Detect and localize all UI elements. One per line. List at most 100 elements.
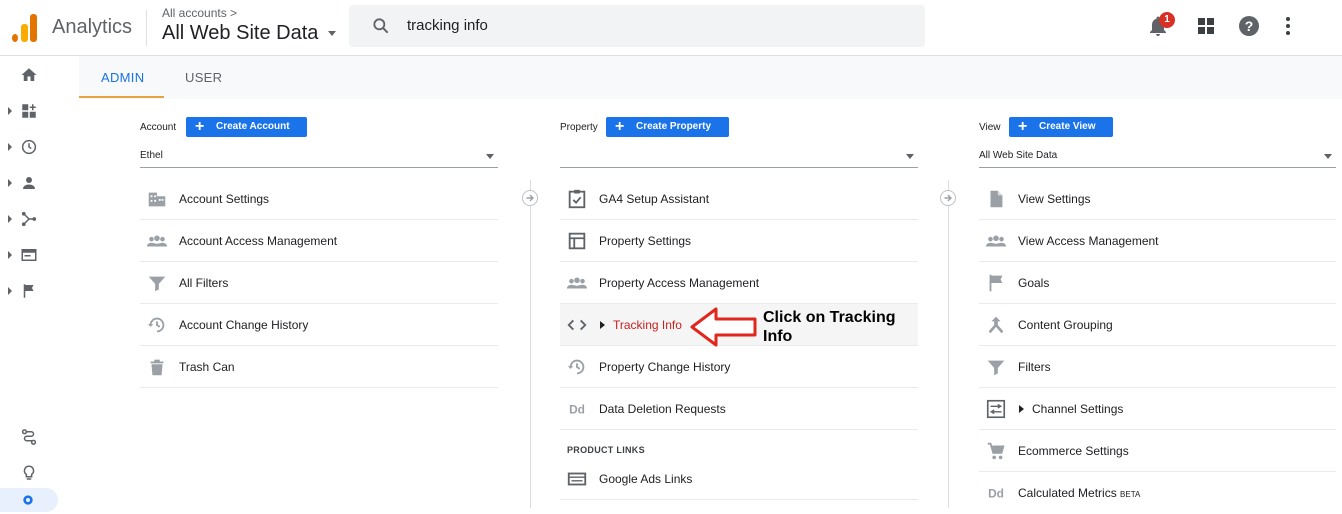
tab-user[interactable]: USER: [185, 70, 222, 85]
svg-text:Dd: Dd: [569, 403, 585, 417]
admin-gear-icon: [23, 495, 33, 505]
expand-caret-icon: [8, 251, 12, 259]
callout-line-2: Info: [763, 328, 793, 345]
data-deletion-label: Data Deletion Requests: [599, 402, 726, 416]
ecommerce-settings-item[interactable]: Ecommerce Settings: [979, 430, 1336, 472]
account-select[interactable]: Ethel: [140, 146, 498, 168]
create-view-label: Create View: [1039, 121, 1096, 132]
left-nav: [0, 56, 58, 512]
history-icon: [147, 317, 165, 333]
ads-links-icon: [567, 472, 587, 486]
all-filters-label: All Filters: [179, 276, 229, 290]
nav-behavior[interactable]: [0, 240, 58, 270]
account-column-label: Account: [140, 122, 177, 133]
content-grouping-label: Content Grouping: [1018, 318, 1113, 332]
discover-lightbulb-icon: [23, 465, 35, 480]
document-icon: [990, 190, 1003, 208]
merge-icon: [988, 316, 1004, 334]
nav-customization[interactable]: [0, 96, 58, 126]
tab-admin[interactable]: ADMIN: [101, 70, 144, 85]
svg-text:?: ?: [1245, 18, 1254, 34]
acquisition-icon: [21, 211, 37, 227]
view-column-label: View: [979, 122, 1001, 133]
shopping-cart-icon: [987, 442, 1005, 460]
view-settings-item[interactable]: View Settings: [979, 178, 1336, 220]
view-access-item[interactable]: View Access Management: [979, 220, 1336, 262]
app-name: Analytics: [52, 16, 133, 38]
create-view-button[interactable]: + Create View: [1009, 117, 1113, 137]
content-grouping-item[interactable]: Content Grouping: [979, 304, 1336, 346]
nav-realtime[interactable]: [0, 132, 58, 162]
plus-icon: +: [615, 118, 625, 135]
filters-label: Filters: [1018, 360, 1051, 374]
dropdown-arrow-icon: [906, 154, 914, 159]
ecommerce-settings-label: Ecommerce Settings: [1018, 444, 1129, 458]
notification-count-badge: 1: [1159, 12, 1175, 28]
create-account-label: Create Account: [216, 121, 290, 132]
trash-can-label: Trash Can: [179, 360, 235, 374]
create-property-button[interactable]: + Create Property: [606, 117, 729, 137]
help-icon[interactable]: ?: [1237, 14, 1261, 38]
code-brackets-icon: [567, 319, 587, 331]
calculated-metrics-text: Calculated Metrics: [1018, 486, 1117, 500]
search-icon: [373, 18, 389, 34]
nav-discover[interactable]: [0, 458, 58, 488]
property-settings-label: Property Settings: [599, 234, 692, 248]
filter-funnel-icon: [148, 276, 166, 292]
view-selector[interactable]: All Web Site Data: [162, 22, 336, 45]
trash-icon: [150, 359, 164, 376]
breadcrumb-all-accounts[interactable]: All accounts >: [162, 6, 237, 20]
people-group-icon: [985, 235, 1007, 247]
caret-down-icon: [327, 31, 336, 37]
nav-audience[interactable]: [0, 168, 58, 198]
audience-icon: [23, 177, 35, 189]
behavior-icon: [21, 249, 37, 261]
property-select[interactable]: [560, 146, 918, 168]
ga4-setup-label: GA4 Setup Assistant: [599, 192, 710, 206]
conversions-flag-icon: [23, 284, 34, 298]
realtime-icon: [21, 139, 37, 155]
nav-attribution[interactable]: [0, 422, 58, 452]
view-select[interactable]: All Web Site Data: [979, 146, 1336, 168]
expand-caret-icon: [8, 107, 12, 115]
create-property-label: Create Property: [636, 121, 712, 132]
ga4-setup-item[interactable]: GA4 Setup Assistant: [560, 178, 918, 220]
data-deletion-item[interactable]: Dd Data Deletion Requests: [560, 388, 918, 430]
plus-icon: +: [1018, 118, 1028, 135]
create-account-button[interactable]: + Create Account: [186, 117, 307, 137]
apps-grid-icon[interactable]: [1194, 14, 1218, 38]
callout-line-1: Click on Tracking: [763, 309, 896, 326]
analytics-logo[interactable]: [12, 12, 38, 42]
account-settings-item[interactable]: Account Settings: [140, 178, 498, 220]
search-box[interactable]: tracking info: [349, 5, 925, 47]
goals-item[interactable]: Goals: [979, 262, 1336, 304]
nav-admin-active[interactable]: [0, 488, 58, 512]
account-change-history-label: Account Change History: [179, 318, 309, 332]
property-change-history-item[interactable]: Property Change History: [560, 346, 918, 388]
search-input[interactable]: tracking info: [407, 17, 488, 34]
property-access-item[interactable]: Property Access Management: [560, 262, 918, 304]
property-layout-icon: [568, 232, 586, 250]
view-settings-label: View Settings: [1018, 192, 1091, 206]
expand-caret-icon: [600, 321, 605, 329]
google-ads-links-item[interactable]: Google Ads Links: [560, 458, 918, 500]
header-divider: [146, 10, 147, 46]
all-filters-item[interactable]: All Filters: [140, 262, 498, 304]
flag-icon: [989, 274, 1003, 292]
forward-arrow-icon: [940, 190, 956, 206]
account-settings-label: Account Settings: [179, 192, 270, 206]
nav-acquisition[interactable]: [0, 204, 58, 234]
channel-settings-item[interactable]: Channel Settings: [979, 388, 1336, 430]
history-icon: [567, 359, 585, 375]
trash-can-item[interactable]: Trash Can: [140, 346, 498, 388]
account-change-history-item[interactable]: Account Change History: [140, 304, 498, 346]
nav-home[interactable]: [0, 60, 58, 90]
more-vert-icon[interactable]: [1276, 14, 1300, 38]
property-settings-item[interactable]: Property Settings: [560, 220, 918, 262]
filters-item[interactable]: Filters: [979, 346, 1336, 388]
channel-settings-label: Channel Settings: [1032, 402, 1124, 416]
google-ads-links-label: Google Ads Links: [599, 472, 693, 486]
account-access-item[interactable]: Account Access Management: [140, 220, 498, 262]
channel-settings-icon: [986, 399, 1006, 419]
nav-conversions[interactable]: [0, 276, 58, 306]
